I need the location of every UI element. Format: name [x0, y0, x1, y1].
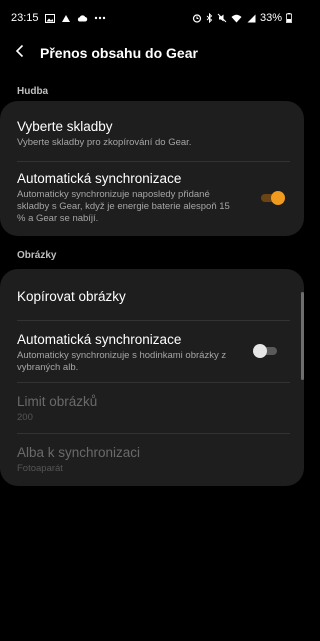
toggle-thumb [253, 344, 267, 358]
music-card: Vyberte skladby Vyberte skladby pro zkop… [0, 101, 304, 236]
back-button[interactable] [0, 38, 40, 68]
image-limit-item: Limit obrázků 200 [17, 393, 287, 424]
music-auto-sync-toggle[interactable] [259, 191, 285, 205]
cloud-icon [77, 14, 88, 22]
alarm-icon [192, 13, 202, 23]
albums-to-sync-item: Alba k synchronizaci Fotoaparát [17, 444, 287, 475]
page-title: Přenos obsahu do Gear [40, 45, 198, 61]
divider [17, 161, 290, 162]
app-bar: Přenos obsahu do Gear [0, 38, 304, 68]
music-auto-sync-title: Automatická synchronizace [17, 171, 182, 186]
scrollbar[interactable] [301, 292, 304, 380]
wifi-icon [231, 14, 242, 23]
copy-images-title: Kopírovat obrázky [17, 289, 126, 304]
image-limit-title: Limit obrázků [17, 394, 98, 409]
images-auto-sync-subtitle: Automaticky synchronizuje s hodinkami ob… [17, 350, 227, 373]
albums-to-sync-title: Alba k synchronizaci [17, 445, 141, 460]
images-auto-sync-item[interactable]: Automatická synchronizace Automaticky sy… [17, 331, 240, 374]
battery-icon [286, 13, 292, 23]
image-limit-value: 200 [17, 412, 33, 423]
gallery-icon [44, 13, 55, 23]
divider [17, 433, 290, 434]
albums-to-sync-value: Fotoaparát [17, 463, 63, 474]
section-label-images: Obrázky [17, 250, 57, 261]
voicemail-icon [61, 14, 71, 23]
back-arrow-icon [15, 44, 25, 63]
select-tracks-item[interactable]: Vyberte skladby Vyberte skladby pro zkop… [17, 118, 287, 149]
copy-images-item[interactable]: Kopírovat obrázky [17, 288, 287, 305]
mute-icon [217, 13, 227, 23]
status-bar: 23:15 33% [0, 0, 304, 36]
battery-level: 33% [259, 12, 282, 24]
images-card: Kopírovat obrázky Automatická synchroniz… [0, 269, 304, 486]
toggle-thumb [271, 191, 285, 205]
music-auto-sync-subtitle: Automaticky synchronizuje naposledy přid… [17, 189, 230, 224]
select-tracks-subtitle: Vyberte skladby pro zkopírování do Gear. [17, 137, 192, 148]
divider [17, 382, 290, 383]
images-auto-sync-title: Automatická synchronizace [17, 332, 182, 347]
bluetooth-icon [206, 13, 213, 23]
status-time: 23:15 [11, 12, 39, 24]
divider [17, 320, 290, 321]
images-auto-sync-toggle[interactable] [253, 344, 279, 358]
section-label-music: Hudba [17, 86, 49, 97]
select-tracks-title: Vyberte skladby [17, 119, 113, 134]
more-dots-icon [94, 16, 106, 20]
music-auto-sync-item[interactable]: Automatická synchronizace Automaticky sy… [17, 170, 240, 225]
signal-icon [246, 14, 256, 23]
